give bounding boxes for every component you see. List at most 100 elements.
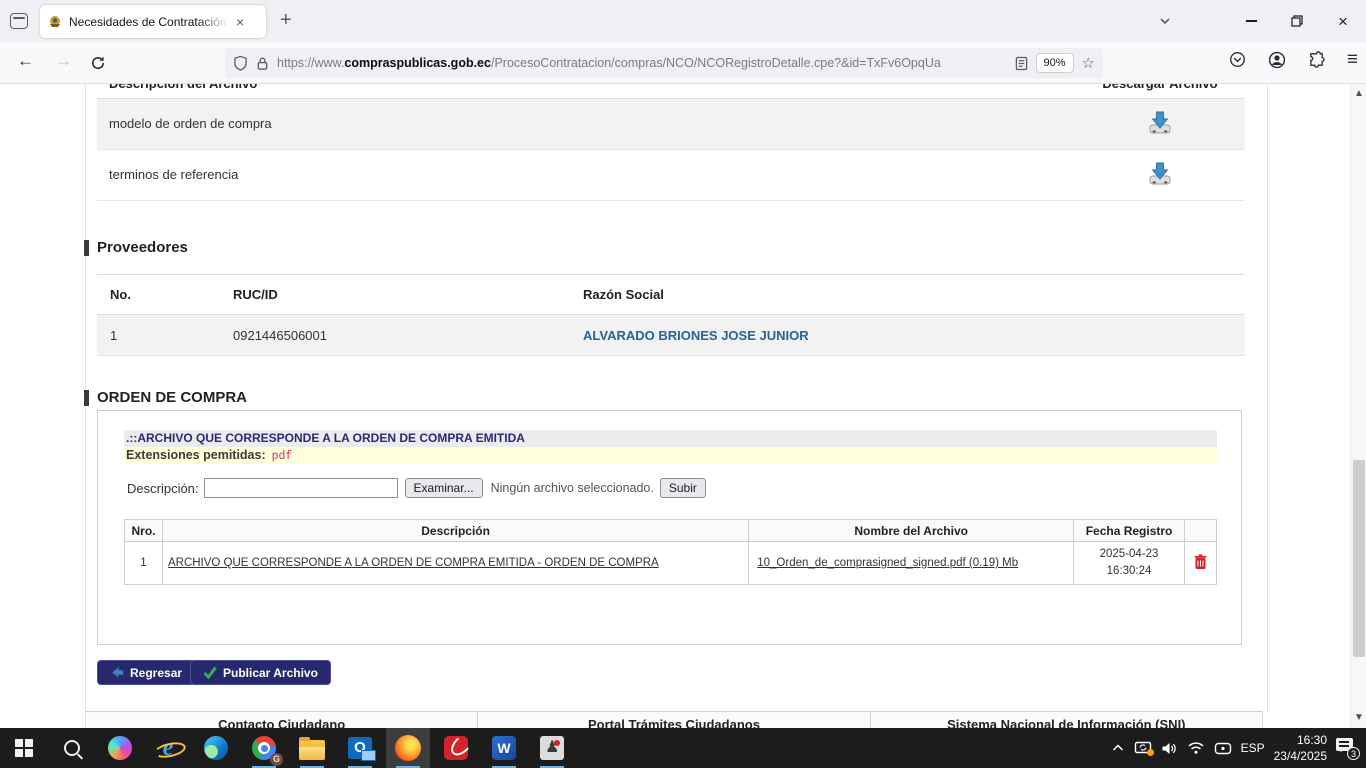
list-tabs-chevron-icon[interactable] — [1158, 14, 1172, 28]
reload-button[interactable] — [90, 55, 106, 71]
extensions-puzzle-icon[interactable] — [1308, 51, 1325, 68]
archivo-descripcion: terminos de referencia — [97, 149, 1075, 200]
shield-icon[interactable] — [233, 55, 248, 71]
file-explorer-icon — [299, 740, 325, 760]
orden-file-nombre-link[interactable]: 10_Orden_de_comprasigned_signed.pdf (0.1… — [757, 557, 1018, 569]
firefox-view-icon[interactable] — [10, 13, 28, 29]
window-minimize-button[interactable] — [1228, 0, 1274, 42]
window-close-button[interactable]: × — [1320, 0, 1366, 42]
back-arrow-icon — [110, 666, 124, 679]
taskbar-app-button[interactable] — [530, 728, 574, 768]
back-button[interactable]: ← — [17, 51, 34, 71]
browser-tab[interactable]: Necesidades de Contratación y × — [40, 5, 266, 38]
search-icon — [64, 740, 80, 756]
pocket-icon[interactable] — [1229, 51, 1246, 68]
scrollbar-thumb[interactable] — [1353, 460, 1365, 657]
menu-hamburger-icon[interactable]: ≡ — [1347, 50, 1358, 69]
status-dot — [1147, 749, 1154, 756]
taskbar-internet-explorer-button[interactable]: e — [146, 728, 190, 768]
chrome-profile-badge: G — [270, 753, 283, 766]
descripcion-input[interactable] — [204, 478, 398, 498]
upload-form-row: Descripción: Examinar... Ningún archivo … — [127, 477, 706, 499]
extensiones-label: Extensiones pemitidas: — [126, 448, 266, 462]
footer-portal-tramites[interactable]: Portal Trámites Ciudadanos — [477, 712, 869, 728]
page-scrollbar[interactable]: ▲ ▼ — [1350, 84, 1366, 728]
lock-icon[interactable] — [256, 56, 269, 71]
extensiones-valor: pdf — [272, 450, 293, 463]
system-tray: ESP 16:30 23/4/2025 3 — [1111, 728, 1366, 768]
wifi-icon[interactable] — [1187, 741, 1205, 755]
taskbar-outlook-button[interactable]: O — [338, 728, 382, 768]
col-descargar-archivo: Descargar Archivo — [1075, 84, 1245, 98]
page-footer: Contacto Ciudadano Portal Trámites Ciuda… — [85, 711, 1263, 728]
restore-icon — [1291, 15, 1303, 27]
taskbar-file-explorer-button[interactable] — [290, 728, 334, 768]
check-icon — [203, 666, 217, 679]
download-icon[interactable] — [1146, 160, 1174, 187]
archivo-descripcion: modelo de orden de compra — [97, 98, 1075, 149]
notification-center-button[interactable]: 3 — [1336, 738, 1358, 758]
acrobat-icon — [444, 736, 468, 760]
minimize-icon — [1246, 20, 1257, 21]
screen-share-tray-icon[interactable] — [1134, 740, 1152, 756]
footer-contacto-ciudadano[interactable]: Contacto Ciudadano — [86, 712, 477, 728]
bookmark-star-icon[interactable]: ☆ — [1082, 54, 1095, 72]
col-descripcion-archivo: Descripción del Archivo — [97, 84, 1075, 98]
proveedor-ruc: 0921446506001 — [220, 315, 570, 356]
start-button[interactable] — [2, 728, 46, 768]
proveedores-section-title: Proveedores — [84, 239, 188, 256]
outlook-icon: O — [348, 737, 372, 759]
taskbar-copilot-button[interactable] — [98, 728, 142, 768]
examinar-button[interactable]: Examinar... — [405, 478, 483, 498]
section-title-text: ORDEN DE COMPRA — [97, 389, 247, 406]
regresar-button[interactable]: Regresar — [97, 660, 195, 685]
taskbar-firefox-button[interactable] — [386, 728, 430, 768]
zoom-level-badge[interactable]: 90% — [1036, 53, 1074, 73]
meet-now-icon[interactable] — [1214, 741, 1232, 756]
descripcion-label: Descripción: — [127, 481, 199, 496]
taskbar-search-button[interactable] — [50, 728, 94, 768]
tray-chevron-up-icon[interactable] — [1111, 741, 1125, 755]
subir-button[interactable]: Subir — [660, 478, 706, 498]
taskbar-edge-button[interactable] — [194, 728, 238, 768]
no-file-text: Ningún archivo seleccionado. — [491, 481, 654, 495]
section-bar — [84, 240, 89, 256]
scroll-down-icon[interactable]: ▼ — [1351, 712, 1366, 723]
publicar-archivo-button[interactable]: Publicar Archivo — [190, 660, 331, 685]
col-nro: Nro. — [125, 520, 163, 542]
scroll-up-icon[interactable]: ▲ — [1351, 88, 1366, 99]
col-fecha-registro: Fecha Registro — [1074, 520, 1185, 542]
orden-files-table: Nro. Descripción Nombre del Archivo Fech… — [124, 519, 1217, 585]
footer-sni[interactable]: Sistema Nacional de Información (SNI) — [870, 712, 1262, 728]
language-indicator[interactable]: ESP — [1241, 741, 1265, 755]
tab-close-icon[interactable]: × — [236, 15, 244, 29]
internet-explorer-icon: e — [155, 735, 181, 761]
taskbar-word-button[interactable]: W — [482, 728, 526, 768]
upload-banner: .::ARCHIVO QUE CORRESPONDE A LA ORDEN DE… — [124, 430, 1217, 447]
forward-button: → — [55, 51, 72, 71]
table-header-row: No. RUC/ID Razón Social — [97, 275, 1245, 315]
reader-mode-icon[interactable] — [1015, 56, 1028, 71]
proveedor-razon-link[interactable]: ALVARADO BRIONES JOSE JUNIOR — [583, 328, 809, 343]
orden-section-title: ORDEN DE COMPRA — [84, 389, 247, 406]
new-tab-button[interactable]: + — [280, 9, 292, 32]
col-acciones — [1185, 520, 1217, 542]
orden-file-nro: 1 — [125, 542, 163, 585]
url-text: https://www.compraspublicas.gob.ec/Proce… — [277, 56, 1007, 70]
url-bar[interactable]: https://www.compraspublicas.gob.ec/Proce… — [225, 48, 1103, 78]
window-restore-button[interactable] — [1274, 0, 1320, 42]
taskbar-clock[interactable]: 16:30 23/4/2025 — [1274, 732, 1327, 764]
table-header-row: Descripción del Archivo Descargar Archiv… — [97, 84, 1245, 98]
account-icon[interactable] — [1268, 51, 1286, 69]
word-icon: W — [492, 736, 516, 760]
taskbar-chrome-button[interactable]: G — [242, 728, 286, 768]
volume-icon[interactable] — [1161, 741, 1178, 756]
edge-icon — [204, 736, 228, 760]
taskbar-acrobat-button[interactable] — [434, 728, 478, 768]
orden-file-descripcion-link[interactable]: ARCHIVO QUE CORRESPONDE A LA ORDEN DE CO… — [168, 557, 659, 569]
windows-taskbar: e G O W ESP 16:30 23/4/2025 3 — [0, 728, 1366, 768]
orden-file-fecha: 2025-04-23 16:30:24 — [1074, 542, 1185, 585]
table-header-row: Nro. Descripción Nombre del Archivo Fech… — [125, 520, 1217, 542]
delete-trash-icon[interactable] — [1194, 554, 1207, 570]
download-icon[interactable] — [1146, 109, 1174, 136]
